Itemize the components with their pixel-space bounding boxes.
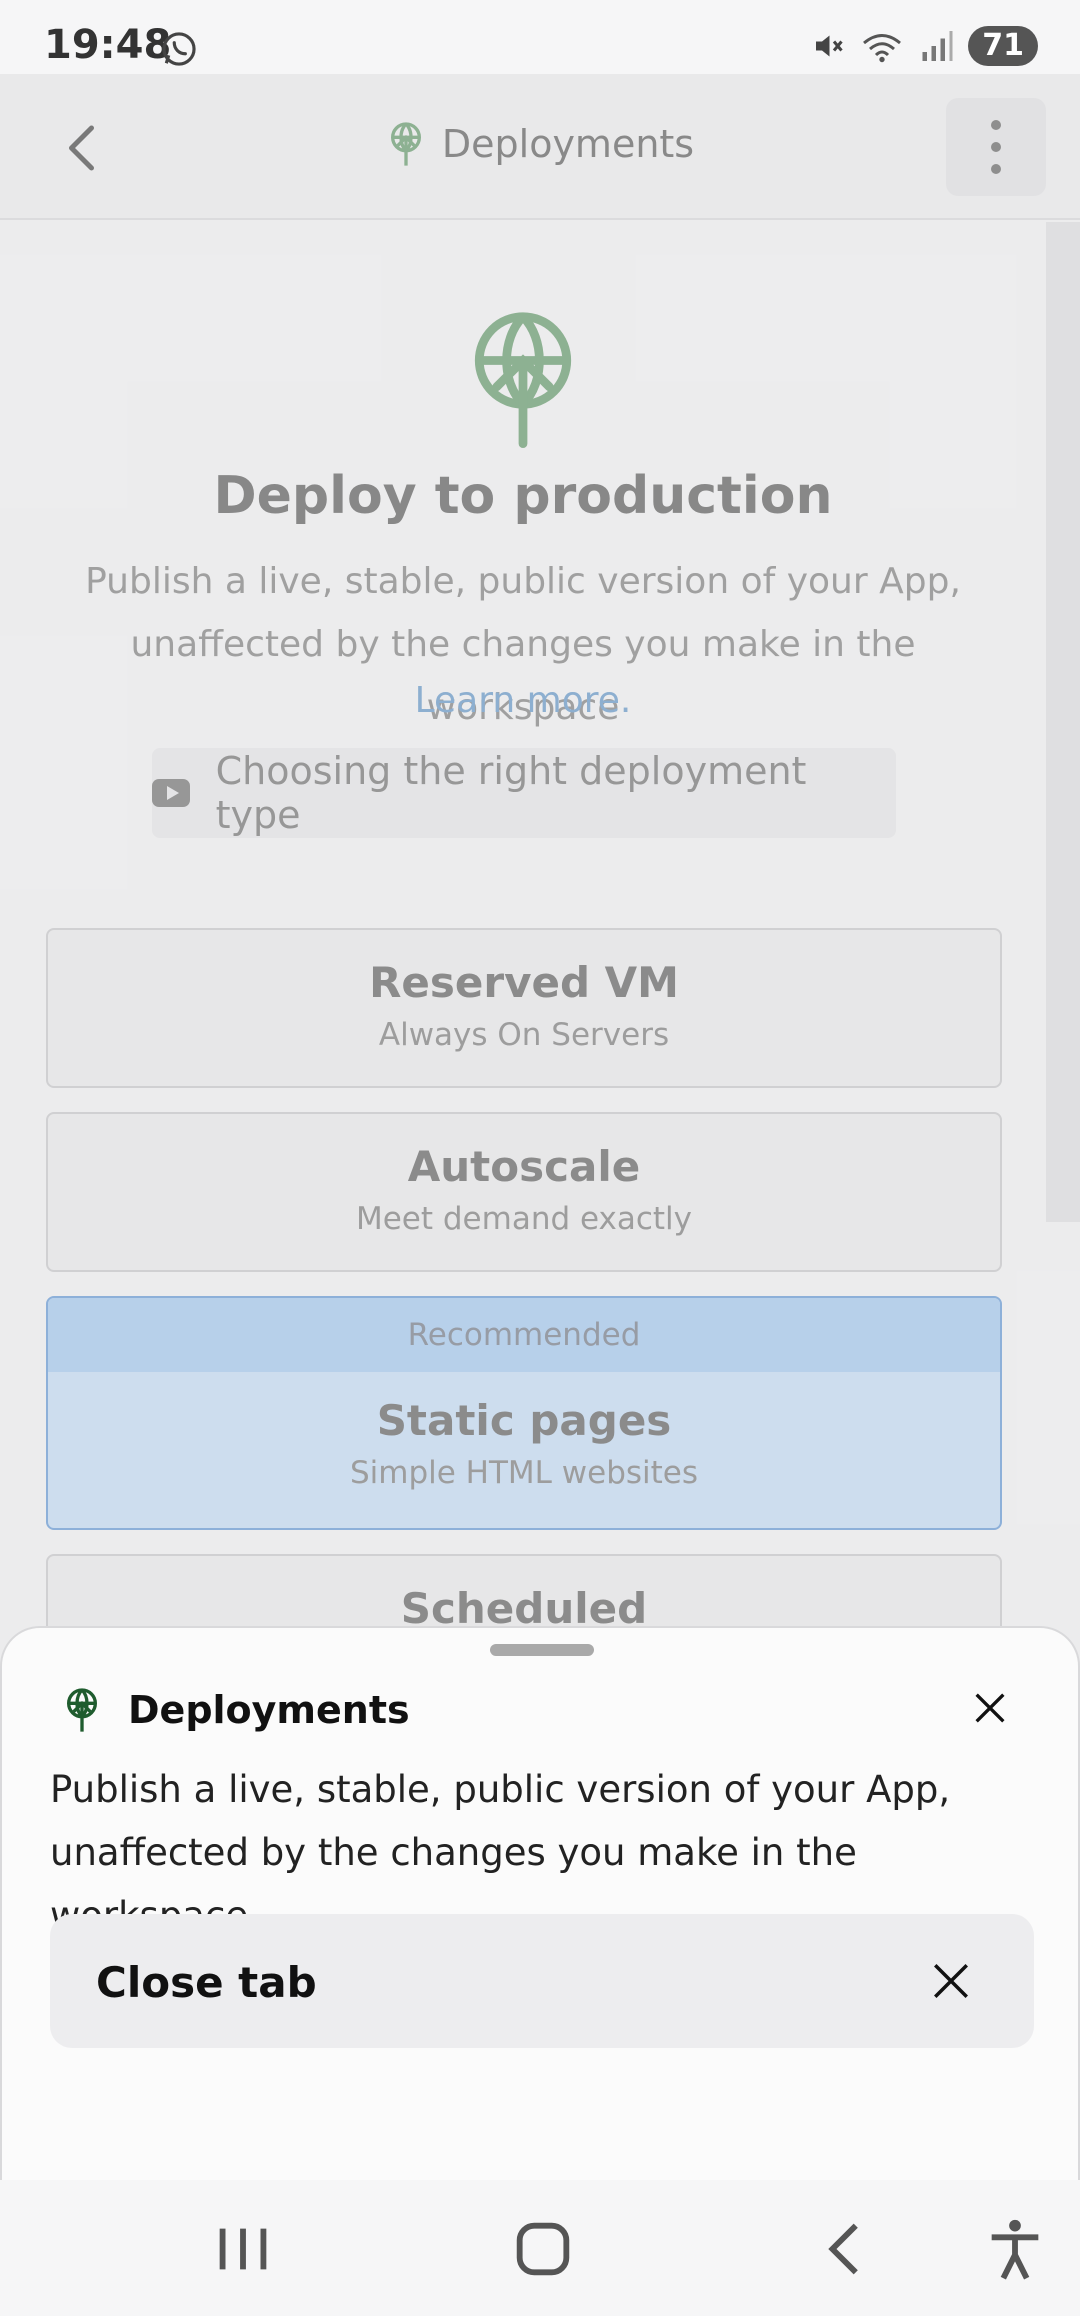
home-icon[interactable]: [508, 2214, 578, 2284]
bottom-sheet: Deployments Publish a live, stable, publ…: [0, 1626, 1080, 2186]
mute-icon: [816, 35, 843, 57]
recent-apps-icon[interactable]: [208, 2214, 278, 2284]
wifi-icon: [863, 34, 902, 63]
drag-handle[interactable]: [490, 1644, 594, 1656]
system-nav-bar: [0, 2180, 1080, 2316]
close-tab-label: Close tab: [96, 1958, 317, 2007]
accessibility-icon[interactable]: [980, 2214, 1050, 2284]
close-tab-button[interactable]: Close tab: [50, 1914, 1034, 2048]
status-time: 19:48: [44, 22, 172, 68]
sheet-title: Deployments: [128, 1688, 410, 1732]
close-icon: [934, 1964, 968, 1998]
nav-back-icon[interactable]: [812, 2214, 882, 2284]
signal-icon: [922, 31, 953, 61]
whatsapp-icon: [162, 32, 196, 66]
battery-indicator: 71: [968, 26, 1038, 66]
sheet-header: Deployments: [62, 1686, 410, 1734]
status-bar: 19:48 71: [0, 0, 1080, 74]
deploy-icon: [67, 1688, 97, 1732]
close-icon[interactable]: [970, 1688, 1010, 1728]
status-icons: 71: [810, 24, 1038, 68]
